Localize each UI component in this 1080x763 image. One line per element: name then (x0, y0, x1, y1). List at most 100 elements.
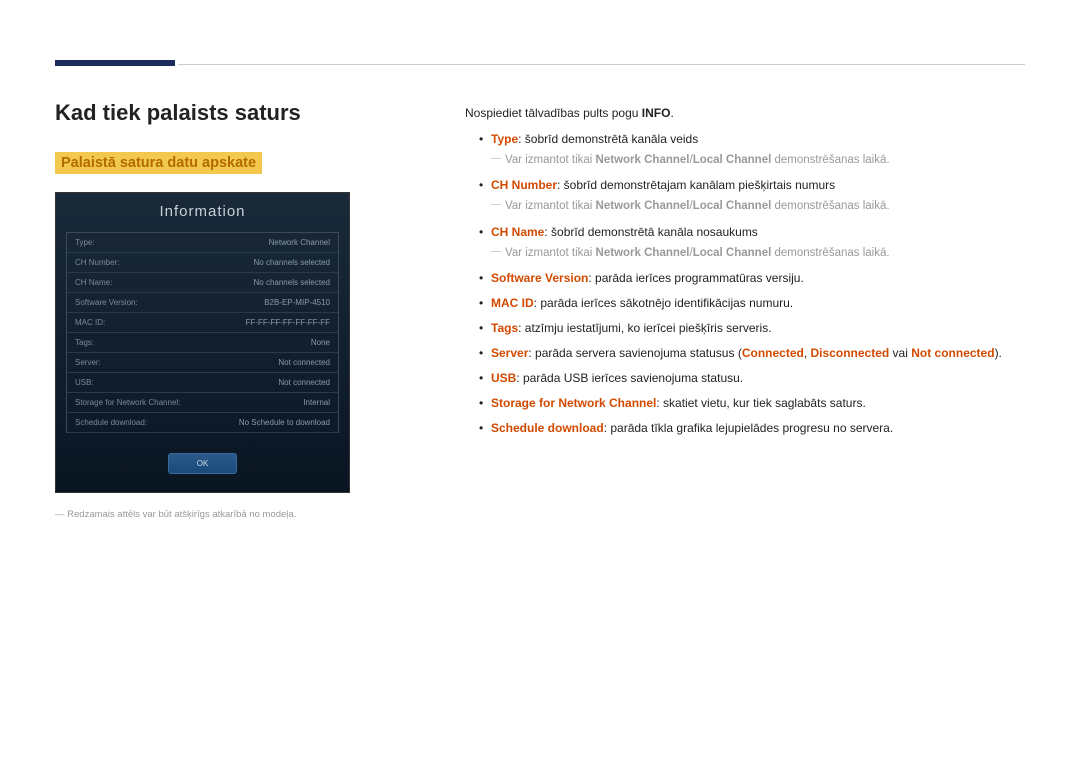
item-desc: : šobrīd demonstrētajam kanālam piešķirt… (557, 178, 835, 192)
info-label: Storage for Network Channel: (75, 398, 180, 407)
info-row: Server: Not connected (67, 353, 338, 373)
info-row: MAC ID: FF-FF-FF-FF-FF-FF-FF (67, 313, 338, 333)
footnote-dash: ― (55, 509, 65, 520)
device-dialog-title: Information (56, 193, 349, 232)
sub-note: Var izmantot tikai Network Channel/Local… (491, 245, 1025, 262)
list-item: Software Version: parāda ierīces program… (479, 269, 1025, 287)
info-value: FF-FF-FF-FF-FF-FF-FF (246, 318, 330, 327)
list-item: CH Number: šobrīd demonstrētajam kanālam… (479, 176, 1025, 215)
intro-key: INFO (642, 106, 671, 120)
intro-pre: Nospiediet tālvadības pults pogu (465, 106, 642, 120)
device-button-row: OK (56, 443, 349, 492)
info-row: Tags: None (67, 333, 338, 353)
item-label: Type (491, 132, 518, 146)
info-value: B2B-EP-MIP-4510 (264, 298, 330, 307)
info-value: Not connected (278, 358, 330, 367)
info-label: Software Version: (75, 298, 138, 307)
item-label: CH Name (491, 225, 544, 239)
sub-note: Var izmantot tikai Network Channel/Local… (491, 198, 1025, 215)
item-label: Schedule download (491, 421, 604, 435)
server-sep: , (804, 346, 811, 360)
item-label: Storage for Network Channel (491, 396, 656, 410)
list-item: MAC ID: parāda ierīces sākotnējo identif… (479, 294, 1025, 312)
info-label: USB: (75, 378, 94, 387)
info-value: Network Channel (269, 238, 330, 247)
subnote-hl: Local Channel (693, 154, 772, 166)
item-label: USB (491, 371, 516, 385)
page-title: Kad tiek palaists saturs (55, 100, 350, 126)
item-desc: : šobrīd demonstrētā kanāla nosaukums (544, 225, 757, 239)
list-item: Storage for Network Channel: skatiet vie… (479, 394, 1025, 412)
info-row: CH Name: No channels selected (67, 273, 338, 293)
item-label: CH Number (491, 178, 557, 192)
item-desc: : šobrīd demonstrētā kanāla veids (518, 132, 698, 146)
item-label: Server (491, 346, 528, 360)
item-desc: : parāda USB ierīces savienojuma statusu… (516, 371, 743, 385)
server-status: Disconnected (811, 346, 890, 360)
subnote-post: demonstrēšanas laikā. (771, 247, 889, 259)
ok-button[interactable]: OK (168, 453, 238, 474)
subnote-hl: Network Channel (596, 154, 690, 166)
server-status: Not connected (911, 346, 994, 360)
server-pre: : parāda servera savienojuma statusus ( (528, 346, 741, 360)
right-column: Nospiediet tālvadības pults pogu INFO. T… (465, 100, 1025, 520)
list-item: Server: parāda servera savienojuma statu… (479, 344, 1025, 362)
list-item: USB: parāda USB ierīces savienojuma stat… (479, 369, 1025, 387)
device-screenshot: Information Type: Network Channel CH Num… (55, 192, 350, 493)
section-title: Palaistā satura datu apskate (55, 152, 262, 174)
info-label: MAC ID: (75, 318, 105, 327)
page-content: Kad tiek palaists saturs Palaistā satura… (55, 100, 1025, 520)
info-label: Schedule download: (75, 418, 147, 427)
subnote-hl: Network Channel (596, 247, 690, 259)
list-item: CH Name: šobrīd demonstrētā kanāla nosau… (479, 223, 1025, 262)
subnote-post: demonstrēšanas laikā. (771, 154, 889, 166)
info-label: Type: (75, 238, 95, 247)
info-value: No channels selected (254, 258, 331, 267)
subnote-hl: Local Channel (693, 200, 772, 212)
info-value: No Schedule to download (239, 418, 330, 427)
info-label: CH Number: (75, 258, 119, 267)
info-value: Internal (303, 398, 330, 407)
info-value: Not connected (278, 378, 330, 387)
footnote-text: Redzamais attēls var būt atšķirīgs atkar… (67, 509, 296, 520)
server-post: ). (995, 346, 1002, 360)
list-item: Schedule download: parāda tīkla grafika … (479, 419, 1025, 437)
header-rule-thin (178, 64, 1025, 65)
item-label: Software Version (491, 271, 588, 285)
screenshot-footnote: ― Redzamais attēls var būt atšķirīgs atk… (55, 509, 350, 520)
device-info-table: Type: Network Channel CH Number: No chan… (66, 232, 339, 433)
sub-note: Var izmantot tikai Network Channel/Local… (491, 152, 1025, 169)
subnote-hl: Local Channel (693, 247, 772, 259)
info-row: Schedule download: No Schedule to downlo… (67, 413, 338, 433)
info-row: Storage for Network Channel: Internal (67, 393, 338, 413)
info-value: No channels selected (254, 278, 331, 287)
info-label: Tags: (75, 338, 94, 347)
item-desc: : parāda ierīces programmatūras versiju. (588, 271, 803, 285)
info-value: None (311, 338, 330, 347)
info-row: USB: Not connected (67, 373, 338, 393)
info-row: CH Number: No channels selected (67, 253, 338, 273)
subnote-hl: Network Channel (596, 200, 690, 212)
header-rule-thick (55, 60, 175, 66)
subnote-pre: Var izmantot tikai (505, 247, 596, 259)
info-row: Software Version: B2B-EP-MIP-4510 (67, 293, 338, 313)
list-item: Type: šobrīd demonstrētā kanāla veids Va… (479, 130, 1025, 169)
intro-text: Nospiediet tālvadības pults pogu INFO. (465, 106, 1025, 120)
server-status: Connected (742, 346, 804, 360)
info-label: CH Name: (75, 278, 112, 287)
bullet-list: Type: šobrīd demonstrētā kanāla veids Va… (465, 130, 1025, 437)
item-label: MAC ID (491, 296, 534, 310)
item-desc: : parāda ierīces sākotnējo identifikācij… (534, 296, 793, 310)
left-column: Kad tiek palaists saturs Palaistā satura… (55, 100, 350, 520)
item-desc: : atzīmju iestatījumi, ko ierīcei piešķī… (518, 321, 771, 335)
info-label: Server: (75, 358, 101, 367)
subnote-pre: Var izmantot tikai (505, 200, 596, 212)
list-item: Tags: atzīmju iestatījumi, ko ierīcei pi… (479, 319, 1025, 337)
item-desc: : parāda tīkla grafika lejupielādes prog… (604, 421, 894, 435)
info-row: Type: Network Channel (67, 233, 338, 253)
server-sep: vai (889, 346, 911, 360)
subnote-post: demonstrēšanas laikā. (771, 200, 889, 212)
item-desc: : skatiet vietu, kur tiek saglabāts satu… (656, 396, 865, 410)
item-label: Tags (491, 321, 518, 335)
intro-post: . (670, 106, 673, 120)
